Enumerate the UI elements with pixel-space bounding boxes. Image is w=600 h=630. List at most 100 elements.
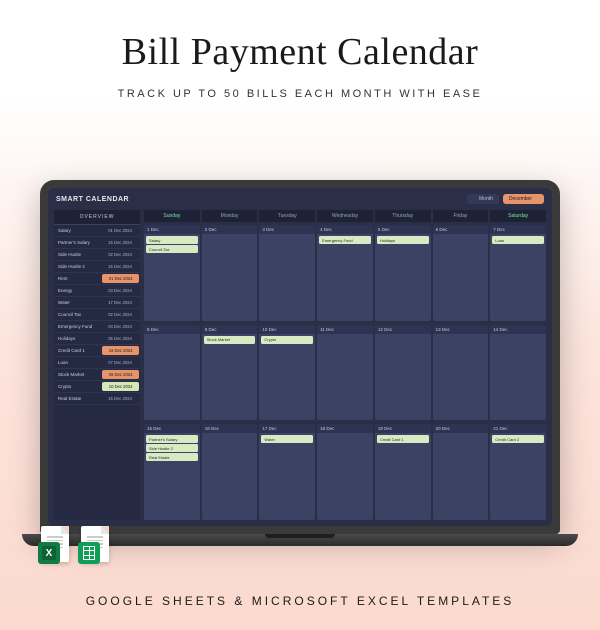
bill-chip[interactable]: Crypto [261,336,313,344]
bill-chip[interactable]: Council Tax [146,245,198,253]
sidebar-row[interactable]: Holidays05 Dec 2024 [54,333,140,345]
day-cell[interactable]: 10 DecCrypto [259,325,315,421]
day-cell[interactable]: 3 Dec [259,225,315,321]
day-header: Sunday [144,210,200,222]
bill-chip[interactable]: Holidays [377,236,429,244]
calendar-week: 8 Dec9 DecStock Market10 DecCrypto11 Dec… [144,325,546,421]
day-body [317,334,373,421]
month-select[interactable]: December [503,194,544,204]
bill-chip[interactable]: Salary [146,236,198,244]
x-glyph: X [42,546,56,560]
bill-name: Energy [54,285,100,296]
day-body [259,234,315,321]
day-cell[interactable]: 19 DecCredit Card 1 [375,424,431,520]
day-body [433,234,489,321]
day-body [490,334,546,421]
bill-chip[interactable]: Side Hustle 2 [146,444,198,452]
day-cell[interactable]: 11 Dec [317,325,373,421]
day-cell[interactable]: 21 DecCredit Card 2 [490,424,546,520]
bill-date: 02 Dec 2024 [100,309,140,320]
day-body: Emergency Fund [317,234,373,321]
day-number: 17 Dec [259,424,315,433]
day-body [202,234,258,321]
sidebar-row[interactable]: Crypto10 Dec 2024 [54,381,140,393]
day-cell[interactable]: 6 Dec [433,225,489,321]
day-cell[interactable]: 12 Dec [375,325,431,421]
day-cell[interactable]: 4 DecEmergency Fund [317,225,373,321]
day-cell[interactable]: 17 Dec Water [259,424,315,520]
day-header: Tuesday [259,210,315,222]
bill-date: 15 Dec 2024 [100,237,140,248]
day-cell[interactable]: 18 Dec [317,424,373,520]
day-number: 6 Dec [433,225,489,234]
day-cell[interactable]: 1 DecSalaryCouncil Tax [144,225,200,321]
bill-chip[interactable]: Credit Card 1 [377,435,429,443]
app-icons: X [38,526,112,566]
day-body [433,433,489,520]
day-header: Friday [433,210,489,222]
sidebar-row[interactable]: Water17 Dec 2024 [54,297,140,309]
sidebar-row[interactable]: Rent01 Dec 2024 [54,273,140,285]
day-cell[interactable]: 16 Dec [202,424,258,520]
day-body: SalaryCouncil Tax [144,234,200,321]
day-number: 13 Dec [433,325,489,334]
sidebar-row[interactable]: Side Hustle 215 Dec 2024 [54,261,140,273]
laptop-mockup: SMART CALENDAR Month December OVERVIEW S… [40,180,560,546]
day-cell[interactable]: 14 Dec [490,325,546,421]
day-body: Crypto [259,334,315,421]
sidebar-row[interactable]: Emergency Fund04 Dec 2024 [54,321,140,333]
sidebar-row[interactable]: Loan07 Dec 2024 [54,357,140,369]
bill-chip[interactable]: Water [261,435,313,443]
day-body: Holidays [375,234,431,321]
day-number: 8 Dec [144,325,200,334]
bill-name: Crypto [54,381,101,392]
bill-chip[interactable]: Partner's Salary [146,435,198,443]
bill-chip[interactable]: Real Estate [146,453,198,461]
day-cell[interactable]: 8 Dec [144,325,200,421]
day-cell[interactable]: 7 DecLoan [490,225,546,321]
day-number: 11 Dec [317,325,373,334]
day-header: Wednesday [317,210,373,222]
bill-date: 01 Dec 2024 [102,274,139,283]
sidebar-row[interactable]: Real Estate15 Dec 2024 [54,393,140,405]
sidebar-row[interactable]: Side Hustle02 Dec 2024 [54,249,140,261]
calendar-grid: SundayMondayTuesdayWednesdayThursdayFrid… [144,210,546,520]
month-label: December [509,196,532,202]
day-body [433,334,489,421]
sidebar-row[interactable]: Energy03 Dec 2024 [54,285,140,297]
page-title: Bill Payment Calendar [0,30,600,74]
sidebar-row[interactable]: Partner's Salary15 Dec 2024 [54,237,140,249]
day-header: Saturday [490,210,546,222]
trackpad-notch [265,534,335,538]
bill-date: 03 Dec 2024 [100,285,140,296]
sidebar-row[interactable]: Credit Card 119 Dec 2024 [54,345,140,357]
bill-name: Council Tax [54,309,100,320]
day-number: 3 Dec [259,225,315,234]
bill-date: 10 Dec 2024 [102,382,139,391]
bill-chip[interactable]: Emergency Fund [319,236,371,244]
page-fold-icon [101,526,109,534]
day-cell[interactable]: 5 DecHolidays [375,225,431,321]
day-cell[interactable]: 20 Dec [433,424,489,520]
day-cell[interactable]: 2 Dec [202,225,258,321]
sidebar-row[interactable]: Salary01 Dec 2024 [54,225,140,237]
bill-chip[interactable]: Credit Card 2 [492,435,544,443]
day-cell[interactable]: 13 Dec [433,325,489,421]
bill-chip[interactable]: Stock Market [204,336,256,344]
day-body: Partner's SalarySide Hustle 2Real Estate [144,433,200,520]
calendar-header-row: SundayMondayTuesdayWednesdayThursdayFrid… [144,210,546,222]
day-header: Thursday [375,210,431,222]
day-cell[interactable]: 9 DecStock Market [202,325,258,421]
calendar-week: 15 DecPartner's SalarySide Hustle 2Real … [144,424,546,520]
view-select[interactable]: Month [467,194,499,204]
day-cell[interactable]: 15 DecPartner's SalarySide Hustle 2Real … [144,424,200,520]
bill-name: Emergency Fund [54,321,100,332]
bill-date: 19 Dec 2024 [102,346,139,355]
calendar-week: 1 DecSalaryCouncil Tax2 Dec3 Dec4 DecEme… [144,225,546,321]
bill-name: Water [54,297,100,308]
bill-chip[interactable]: Loan [492,236,544,244]
sidebar-row[interactable]: Stock Market09 Dec 2024 [54,369,140,381]
sidebar-row[interactable]: Council Tax02 Dec 2024 [54,309,140,321]
bill-name: Partner's Salary [54,237,100,248]
app-screen: SMART CALENDAR Month December OVERVIEW S… [48,188,552,526]
